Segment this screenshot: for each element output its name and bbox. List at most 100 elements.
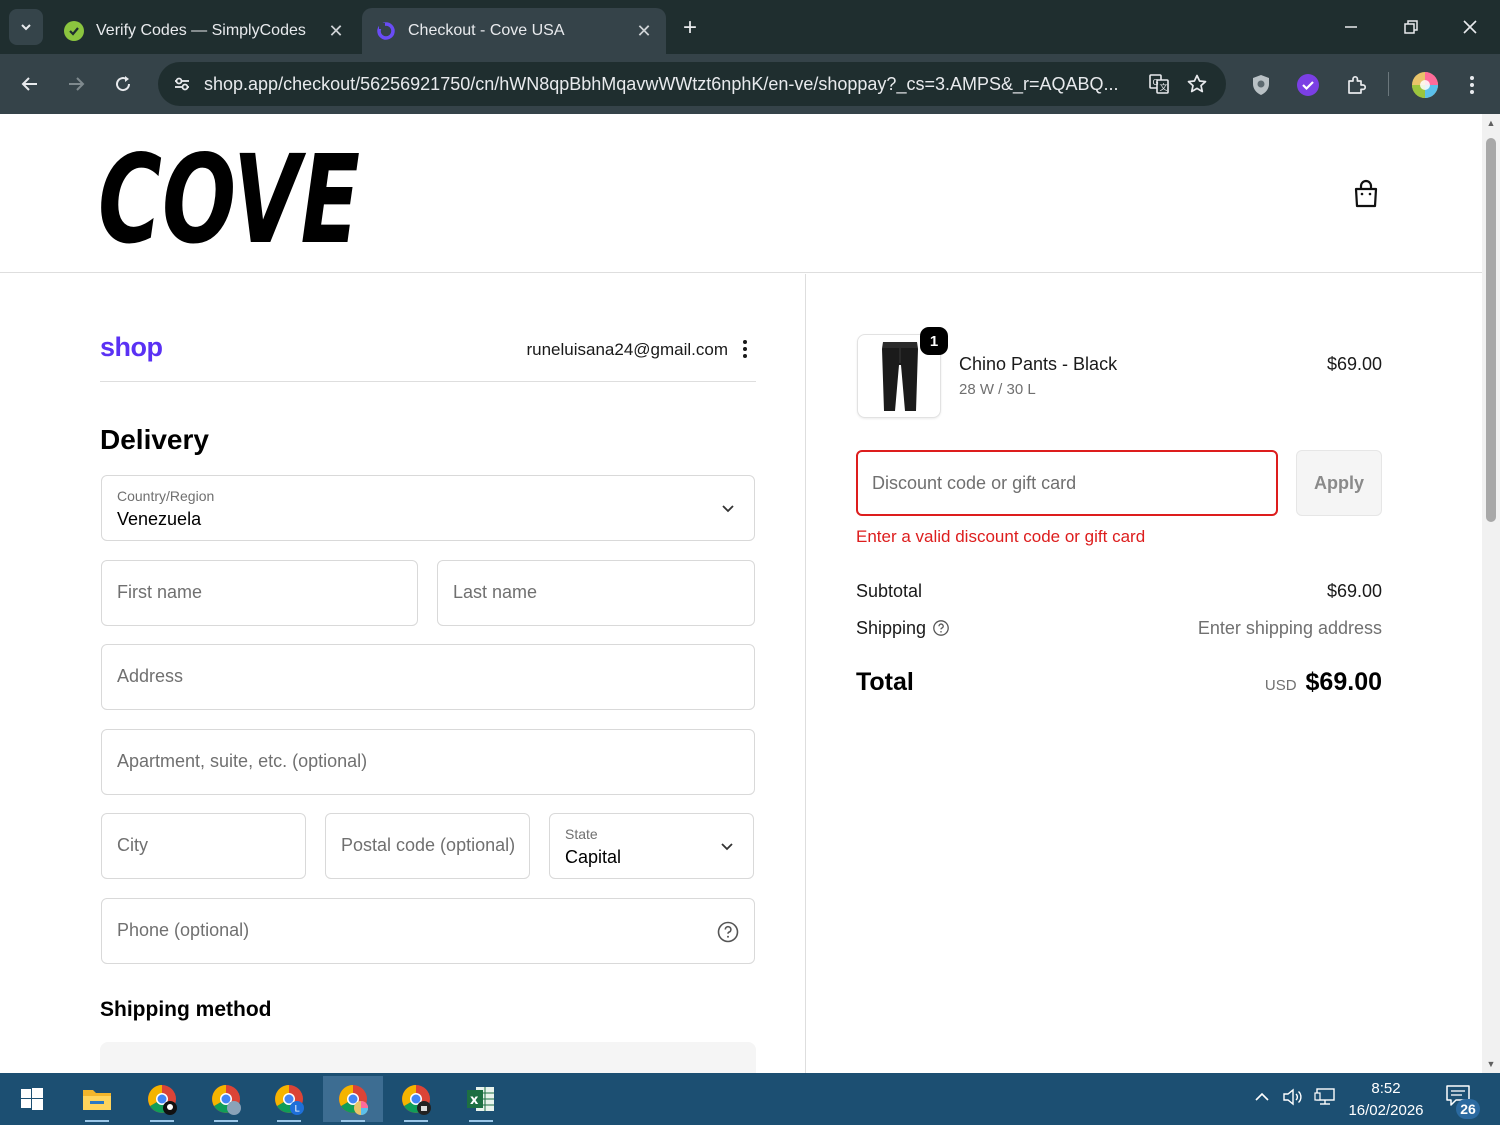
state-select[interactable]: State Capital: [549, 813, 754, 879]
more-vertical-icon: [1470, 76, 1474, 94]
close-icon[interactable]: ✕: [632, 19, 656, 43]
site-info-icon[interactable]: [162, 64, 202, 104]
shipping-method-heading: Shipping method: [100, 998, 272, 1021]
shop-account-row: shop runeluisana24@gmail.com: [100, 330, 756, 382]
chrome-taskbar-item-2[interactable]: [196, 1076, 256, 1122]
close-icon[interactable]: ✕: [324, 19, 348, 43]
excel-taskbar-item[interactable]: x: [451, 1076, 511, 1122]
browser-tab-bar: Verify Codes — SimplyCodes ✕ Checkout - …: [0, 0, 1500, 54]
running-indicator: [214, 1120, 238, 1122]
toolbar-separator: [1388, 72, 1389, 96]
scroll-up-icon[interactable]: ▲: [1486, 118, 1496, 128]
account-email: runeluisana24@gmail.com: [526, 340, 728, 359]
chrome-taskbar-item-1[interactable]: [132, 1076, 192, 1122]
checkout-page: COVE shop runeluisana24@gmail.com Delive…: [0, 114, 1482, 1073]
chrome-icon: [148, 1085, 177, 1115]
chevron-down-icon: [21, 24, 31, 31]
svg-text:G: G: [1153, 78, 1159, 87]
translate-icon[interactable]: G文: [1140, 64, 1178, 104]
shopping-bag-icon: [1354, 179, 1378, 208]
volume-button[interactable]: [1281, 1085, 1305, 1109]
extensions-puzzle-icon[interactable]: [1339, 68, 1373, 102]
restore-button[interactable]: [1394, 10, 1428, 44]
cove-logo[interactable]: COVE: [98, 129, 362, 271]
apply-discount-button[interactable]: Apply: [1296, 450, 1382, 516]
windows-logo-icon: [21, 1088, 43, 1110]
bookmark-star-icon[interactable]: [1178, 64, 1216, 104]
speaker-icon: [1283, 1088, 1302, 1106]
arrow-right-icon: [69, 77, 85, 91]
apartment-field[interactable]: Apartment, suite, etc. (optional): [101, 729, 755, 795]
tab-simplycodes[interactable]: Verify Codes — SimplyCodes ✕: [50, 8, 358, 54]
svg-text:x: x: [470, 1093, 479, 1108]
browser-menu-button[interactable]: [1455, 68, 1489, 102]
chevron-up-icon: [1255, 1092, 1269, 1101]
city-field[interactable]: City: [101, 813, 306, 879]
delivery-heading: Delivery: [100, 424, 209, 455]
tab-checkout[interactable]: Checkout - Cove USA ✕: [362, 8, 666, 54]
minimize-button[interactable]: [1334, 10, 1368, 44]
total-currency: USD: [1264, 677, 1297, 694]
svg-text:文: 文: [1160, 82, 1168, 92]
running-indicator: [277, 1120, 301, 1122]
chrome-icon: [402, 1085, 431, 1115]
running-indicator: [469, 1120, 493, 1122]
url-text[interactable]: shop.app/checkout/56256921750/cn/hWN8qpB…: [202, 74, 1140, 95]
discount-code-input[interactable]: Discount code or gift card: [856, 450, 1278, 516]
folder-icon: [83, 1090, 111, 1110]
postal-code-field[interactable]: Postal code (optional): [325, 813, 530, 879]
postal-code-placeholder: Postal code (optional): [341, 835, 516, 855]
new-tab-button[interactable]: +: [676, 14, 704, 42]
network-button[interactable]: [1313, 1085, 1337, 1109]
close-window-button[interactable]: [1453, 10, 1487, 44]
forward-button[interactable]: [58, 66, 94, 102]
first-name-field[interactable]: First name: [101, 560, 418, 626]
reload-icon: [116, 76, 131, 92]
state-label: State: [565, 826, 598, 842]
shipping-row-label: Shipping: [856, 618, 950, 639]
reload-button[interactable]: [105, 66, 141, 102]
chrome-icon: [212, 1085, 241, 1115]
discount-placeholder: Discount code or gift card: [872, 473, 1077, 493]
discount-error-message: Enter a valid discount code or gift card: [856, 527, 1146, 546]
running-indicator: [404, 1120, 428, 1122]
phone-field[interactable]: Phone (optional): [101, 898, 755, 964]
address-field[interactable]: Address: [101, 644, 755, 710]
network-icon: [1314, 1088, 1335, 1105]
svg-text:COVE: COVE: [98, 138, 360, 250]
chrome-taskbar-item-5[interactable]: [386, 1076, 446, 1122]
first-name-placeholder: First name: [117, 582, 203, 602]
total-label: Total: [856, 668, 914, 696]
simplycodes-extension-icon[interactable]: [1291, 68, 1325, 102]
country-select[interactable]: Country/Region Venezuela: [101, 475, 755, 541]
scroll-down-icon[interactable]: ▼: [1486, 1059, 1496, 1069]
help-circle-icon[interactable]: [932, 619, 950, 637]
tab-title: Checkout - Cove USA: [408, 22, 565, 39]
system-clock[interactable]: 8:52 16/02/2026: [1340, 1078, 1432, 1122]
chrome-taskbar-item-3[interactable]: L: [259, 1076, 319, 1122]
tab-search-button[interactable]: [9, 9, 43, 45]
last-name-field[interactable]: Last name: [437, 560, 755, 626]
notification-count-badge: 26: [1456, 1099, 1480, 1119]
chrome-taskbar-item-4[interactable]: [323, 1076, 383, 1122]
store-header: COVE: [0, 114, 1482, 273]
running-indicator: [150, 1120, 174, 1122]
chrome-icon: [339, 1085, 368, 1115]
shield-extension-icon[interactable]: [1244, 68, 1278, 102]
show-hidden-icons-button[interactable]: [1250, 1085, 1274, 1109]
clock-time: 8:52: [1371, 1080, 1401, 1097]
city-placeholder: City: [117, 835, 148, 855]
scrollbar-thumb[interactable]: [1486, 138, 1496, 522]
page-scrollbar[interactable]: ▲ ▼: [1482, 114, 1500, 1073]
profile-avatar[interactable]: [1408, 68, 1442, 102]
start-button[interactable]: [2, 1076, 62, 1122]
cart-button[interactable]: [1346, 174, 1386, 214]
file-explorer-taskbar-item[interactable]: [67, 1076, 127, 1122]
subtotal-label: Subtotal: [856, 581, 923, 601]
help-circle-icon[interactable]: [716, 920, 740, 944]
restore-icon: [1404, 20, 1418, 34]
back-button[interactable]: [12, 66, 48, 102]
address-bar[interactable]: shop.app/checkout/56256921750/cn/hWN8qpB…: [158, 62, 1226, 106]
account-menu-icon[interactable]: [734, 336, 756, 362]
tab-title: Verify Codes — SimplyCodes: [96, 22, 306, 39]
